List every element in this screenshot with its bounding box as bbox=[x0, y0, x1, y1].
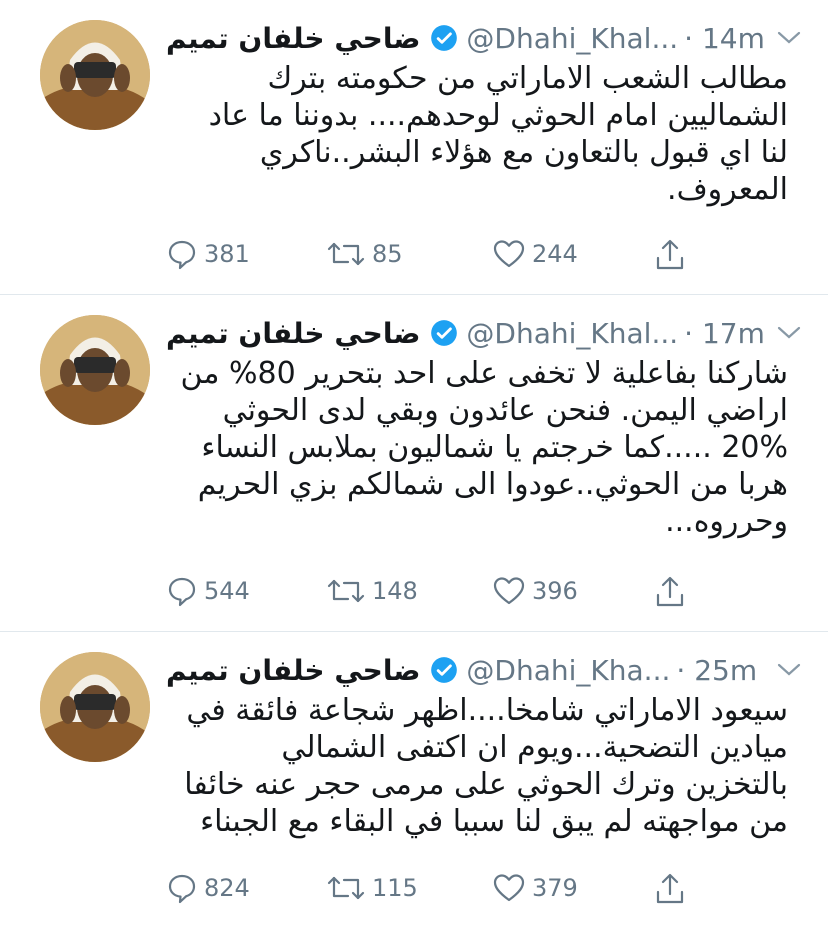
tweet[interactable]: ضاحي خلفان تميم @Dhahi_Khal... · 17m شار… bbox=[0, 295, 828, 632]
reply-count: 381 bbox=[204, 240, 250, 268]
tweet-text-line: وحرروه... bbox=[665, 504, 788, 539]
tweet[interactable]: ضاحي خلفان تميم @Dhahi_Kha... · 25m سيعو… bbox=[0, 632, 828, 928]
tweet-actions: 824 115 379 bbox=[166, 872, 706, 908]
user-handle[interactable]: @Dhahi_Khal... bbox=[466, 317, 678, 350]
user-handle[interactable]: @Dhahi_Khal... bbox=[466, 22, 678, 55]
reply-icon bbox=[168, 577, 196, 607]
chevron-down-icon[interactable] bbox=[776, 30, 802, 46]
tweet-text-line: شاركنا بفاعلية لا تخفى على احد بتحرير 80… bbox=[180, 356, 788, 391]
avatar[interactable] bbox=[40, 652, 150, 762]
tweet-text-line: اراضي اليمن. فنحن عائدون وبقي لدى الحوثي bbox=[222, 393, 788, 428]
share-icon bbox=[656, 576, 684, 607]
tweet-text: شاركنا بفاعلية لا تخفى على احد بتحرير 80… bbox=[166, 355, 788, 540]
tweet-text-line: 20% .....كما خرجتم يا شماليون بملابس الن… bbox=[201, 430, 788, 465]
share-button[interactable] bbox=[654, 575, 692, 609]
share-button[interactable] bbox=[654, 872, 692, 906]
tweet-text-line: بالتخزين وترك الحوثي على مرمى حجر عنه خا… bbox=[184, 767, 788, 802]
reply-count: 544 bbox=[204, 577, 250, 605]
like-count: 379 bbox=[532, 874, 578, 902]
tweet-actions: 544 148 396 bbox=[166, 575, 706, 611]
retweet-icon bbox=[327, 579, 365, 603]
tweet-text-line: سيعود الاماراتي شامخا....اظهر شجاعة فائق… bbox=[186, 693, 788, 728]
tweet-text: سيعود الاماراتي شامخا....اظهر شجاعة فائق… bbox=[166, 692, 788, 840]
tweet-text-line: لنا اي قبول بالتعاون مع هؤلاء البشر..ناك… bbox=[259, 135, 788, 170]
reply-button[interactable]: 544 bbox=[166, 575, 250, 607]
avatar[interactable] bbox=[40, 315, 150, 425]
retweet-button[interactable]: 115 bbox=[326, 872, 418, 904]
chevron-down-icon[interactable] bbox=[776, 662, 802, 678]
tweet-text-line: المعروف. bbox=[667, 172, 788, 207]
tweet-text-line: هربا من الحوثي..عودوا الى شمالكم بزي الح… bbox=[197, 467, 788, 502]
heart-icon bbox=[493, 874, 525, 902]
reply-button[interactable]: 824 bbox=[166, 872, 250, 904]
verified-badge-icon bbox=[430, 24, 458, 52]
tweet-timestamp[interactable]: · 17m bbox=[684, 317, 765, 350]
share-button[interactable] bbox=[654, 238, 692, 272]
retweet-button[interactable]: 85 bbox=[326, 238, 403, 270]
heart-icon bbox=[493, 577, 525, 605]
reply-icon bbox=[168, 874, 196, 904]
tweet-header: ضاحي خلفان تميم @Dhahi_Kha... · 25m bbox=[166, 650, 802, 690]
tweet[interactable]: ضاحي خلفان تميم @Dhahi_Khal... · 14m مطا… bbox=[0, 0, 828, 295]
tweet-text-line: من مواجهته لم يبق لنا سببا في البقاء مع … bbox=[200, 804, 788, 839]
like-button[interactable]: 379 bbox=[492, 872, 578, 904]
tweet-timestamp[interactable]: · 14m bbox=[684, 22, 765, 55]
retweet-icon bbox=[327, 876, 365, 900]
like-count: 244 bbox=[532, 240, 578, 268]
reply-count: 824 bbox=[204, 874, 250, 902]
retweet-count: 85 bbox=[372, 240, 403, 268]
tweet-text-line: ميادين التضحية...ويوم ان اكتفى الشمالي bbox=[281, 730, 788, 765]
retweet-count: 148 bbox=[372, 577, 418, 605]
tweet-timestamp[interactable]: · 25m bbox=[676, 654, 757, 687]
tweet-actions: 381 85 244 bbox=[166, 238, 706, 274]
retweet-icon bbox=[327, 242, 365, 266]
reply-icon bbox=[168, 240, 196, 270]
heart-icon bbox=[493, 240, 525, 268]
share-icon bbox=[656, 873, 684, 904]
verified-badge-icon bbox=[430, 656, 458, 684]
display-name[interactable]: ضاحي خلفان تميم bbox=[166, 22, 420, 55]
display-name[interactable]: ضاحي خلفان تميم bbox=[166, 317, 420, 350]
tweet-header: ضاحي خلفان تميم @Dhahi_Khal... · 17m bbox=[166, 313, 802, 353]
like-count: 396 bbox=[532, 577, 578, 605]
like-button[interactable]: 396 bbox=[492, 575, 578, 607]
tweet-feed: ضاحي خلفان تميم @Dhahi_Khal... · 14m مطا… bbox=[0, 0, 828, 928]
tweet-text: مطالب الشعب الاماراتي من حكومته بترك الش… bbox=[166, 60, 788, 208]
tweet-text-line: الشماليين امام الحوثي لوحدهم.... بدوننا … bbox=[208, 98, 788, 133]
verified-badge-icon bbox=[430, 319, 458, 347]
retweet-button[interactable]: 148 bbox=[326, 575, 418, 607]
tweet-text-line: مطالب الشعب الاماراتي من حكومته بترك bbox=[267, 61, 788, 96]
tweet-header: ضاحي خلفان تميم @Dhahi_Khal... · 14m bbox=[166, 18, 802, 58]
share-icon bbox=[656, 239, 684, 270]
reply-button[interactable]: 381 bbox=[166, 238, 250, 270]
display-name[interactable]: ضاحي خلفان تميم bbox=[166, 654, 420, 687]
like-button[interactable]: 244 bbox=[492, 238, 578, 270]
user-handle[interactable]: @Dhahi_Kha... bbox=[466, 654, 670, 687]
avatar[interactable] bbox=[40, 20, 150, 130]
chevron-down-icon[interactable] bbox=[776, 325, 802, 341]
retweet-count: 115 bbox=[372, 874, 418, 902]
